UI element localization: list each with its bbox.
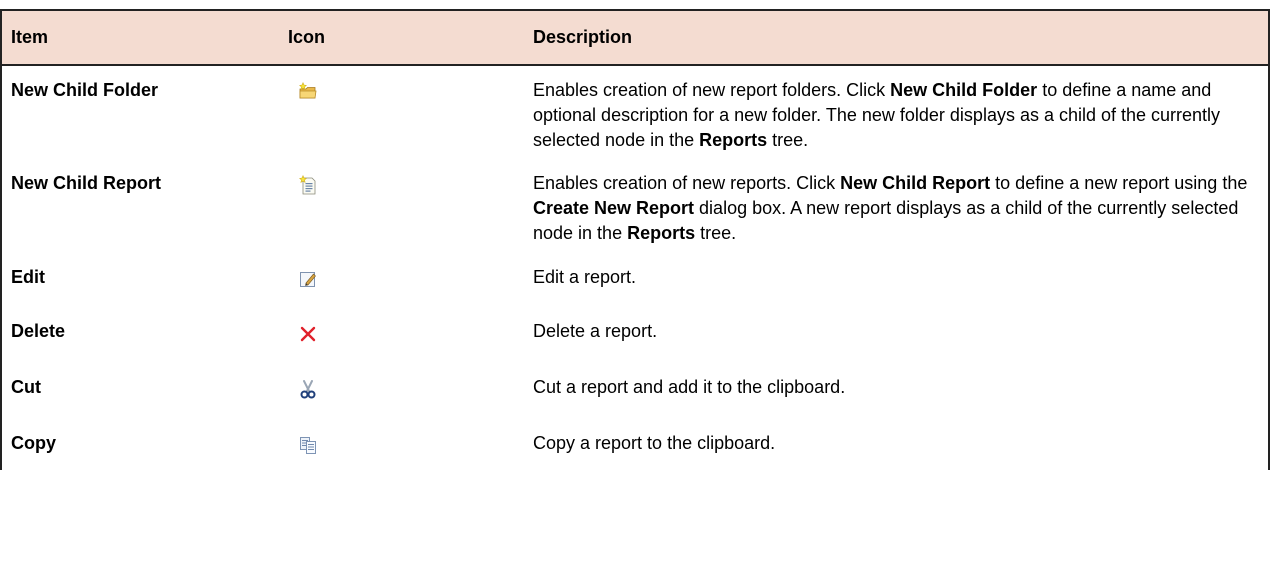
table-row: New Child Report Enables creation of new…	[2, 163, 1268, 255]
header-icon: Icon	[279, 11, 524, 66]
emphasized-term: New Child Folder	[890, 80, 1038, 100]
copy-icon	[298, 435, 318, 455]
header-row: Item Icon Description	[2, 11, 1268, 66]
item-name: Copy	[11, 433, 56, 453]
new-report-icon	[298, 175, 318, 195]
emphasized-term: Reports	[699, 130, 768, 150]
header-description: Description	[524, 11, 1268, 66]
table-row: New Child Folder Enables creation of new…	[2, 65, 1268, 163]
table-body: New Child Folder Enables creation of new…	[2, 65, 1268, 470]
item-name: New Child Report	[11, 173, 162, 193]
icon-cell	[279, 312, 524, 368]
header-item: Item	[2, 11, 279, 66]
icon-cell	[279, 368, 524, 424]
edit-icon	[298, 269, 318, 289]
table-row: Copy Copy a report to the clipboard.	[2, 424, 1268, 470]
item-description: Cut a report and add it to the clipboard…	[533, 377, 846, 397]
item-name: Cut	[11, 377, 41, 397]
table-row: Cut Cut a report and add it to the clipb…	[2, 368, 1268, 424]
emphasized-term: Reports	[627, 223, 696, 243]
item-description: Edit a report.	[533, 267, 637, 287]
item-name: Edit	[11, 267, 45, 287]
icon-cell	[279, 65, 524, 163]
items-table: Item Icon Description New Child Folder E…	[2, 11, 1268, 470]
item-name: Delete	[11, 321, 66, 341]
item-description: Enables creation of new report folders. …	[533, 80, 1221, 150]
item-name: New Child Folder	[11, 80, 159, 100]
item-description: Copy a report to the clipboard.	[533, 433, 776, 453]
icon-cell	[279, 163, 524, 255]
new-folder-icon	[298, 82, 318, 102]
emphasized-term: New Child Report	[840, 173, 991, 193]
table-header: Item Icon Description	[2, 11, 1268, 66]
table-row: Delete Delete a report.	[2, 312, 1268, 368]
item-description: Delete a report.	[533, 321, 658, 341]
emphasized-term: Create New Report	[533, 198, 695, 218]
cut-icon	[298, 379, 318, 399]
toolbar-items-table: Item Icon Description New Child Folder E…	[0, 9, 1270, 470]
icon-cell	[279, 255, 524, 312]
table-row: Edit Edit a report.	[2, 255, 1268, 312]
item-description: Enables creation of new reports. Click N…	[533, 173, 1248, 243]
delete-icon	[298, 323, 318, 343]
icon-cell	[279, 424, 524, 470]
